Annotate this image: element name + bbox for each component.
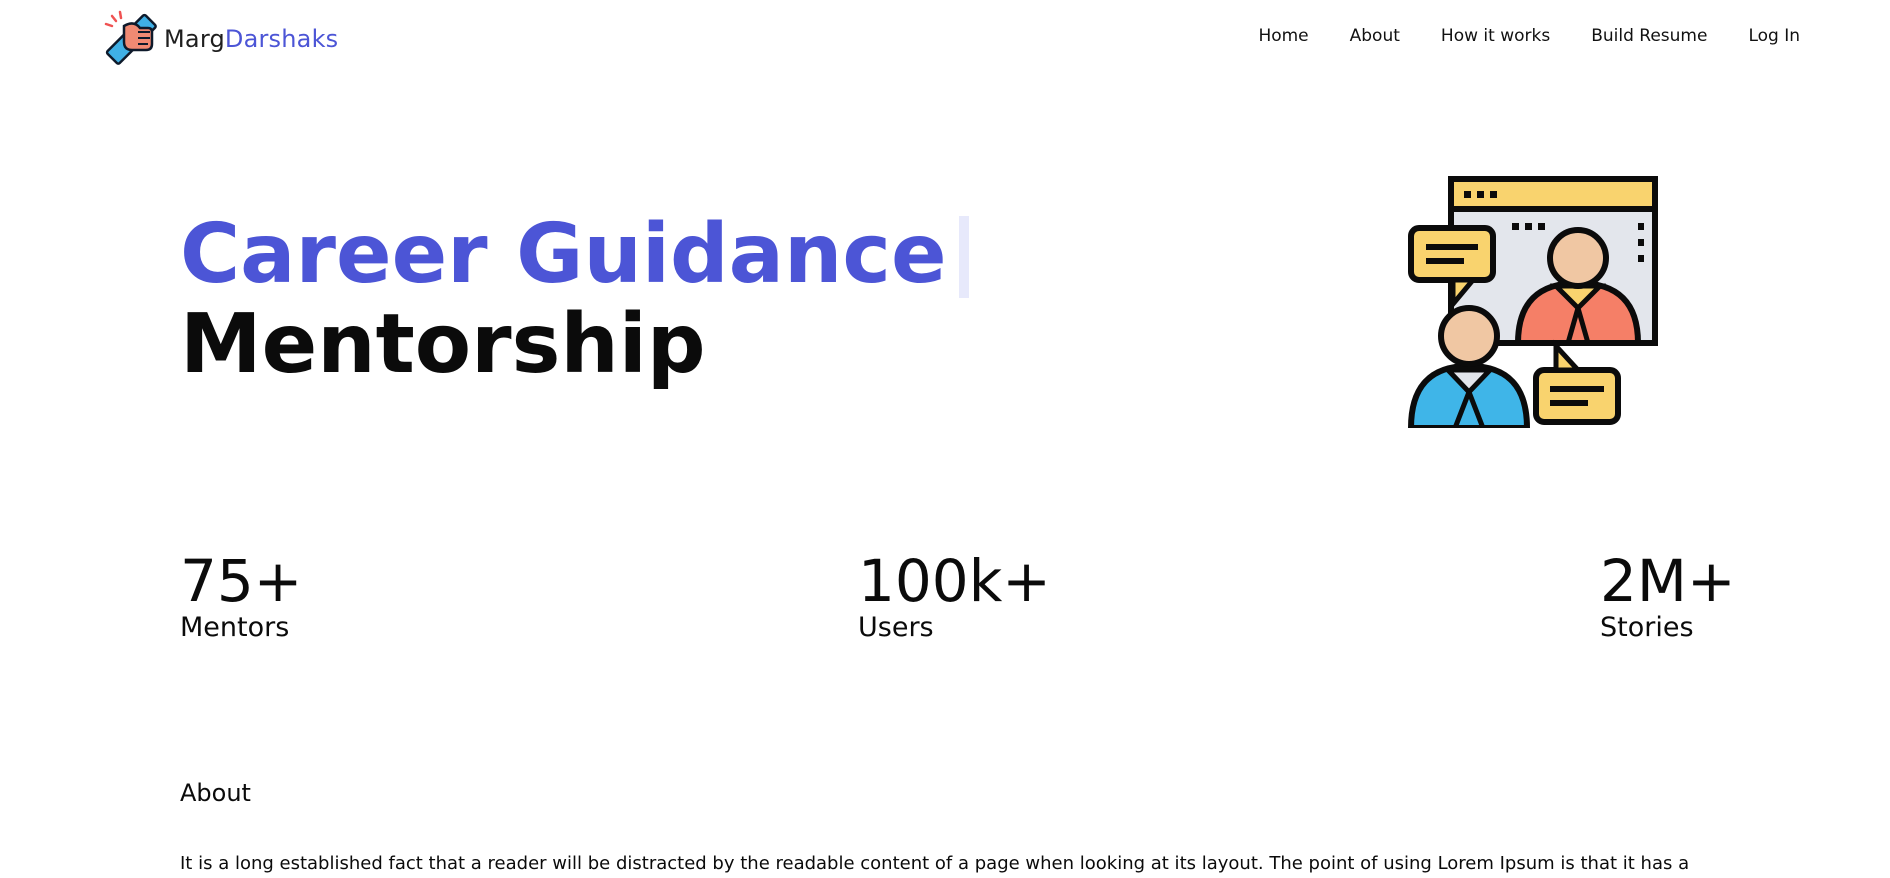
video-mentoring-icon [1408, 176, 1658, 428]
stat-value: 75+ [180, 547, 303, 615]
handshake-icon [104, 10, 157, 65]
stat-users: 100k+ Users [858, 550, 1051, 644]
stat-label: Mentors [180, 612, 290, 643]
brand-name-part-1: Marg [164, 25, 225, 53]
site-header: MargDarshaks Home About How it works Bui… [0, 0, 1890, 80]
hero-section: Career Guidance Mentorship [180, 210, 1080, 400]
hero-title-text: Career Guidance [180, 207, 947, 302]
hero-subtitle: Mentorship [180, 297, 706, 392]
stat-value: 2M+ [1600, 547, 1736, 615]
nav-home-link[interactable]: Home [1258, 26, 1308, 46]
about-heading: About [180, 779, 251, 807]
about-paragraph: It is a long established fact that a rea… [180, 853, 1690, 874]
nav-log-in-link[interactable]: Log In [1748, 26, 1800, 46]
stat-stories: 2M+ Stories [1600, 550, 1736, 644]
nav-about-link[interactable]: About [1350, 26, 1400, 46]
brand-name-part-2: Darshaks [224, 25, 339, 53]
brand-logo-link[interactable]: MargDarshaks [98, 6, 338, 72]
typing-caret [958, 216, 969, 298]
main-nav: Home About How it works Build Resume Log… [1258, 26, 1800, 46]
stat-mentors: 75+ Mentors [180, 550, 302, 644]
brand-name: MargDarshaks [164, 25, 338, 53]
nav-how-it-works-link[interactable]: How it works [1441, 26, 1550, 46]
nav-build-resume-link[interactable]: Build Resume [1591, 26, 1707, 46]
hero-title: Career Guidance [180, 210, 1080, 300]
stat-label: Users [858, 612, 934, 643]
stat-value: 100k+ [858, 547, 1051, 615]
stat-label: Stories [1600, 612, 1694, 643]
